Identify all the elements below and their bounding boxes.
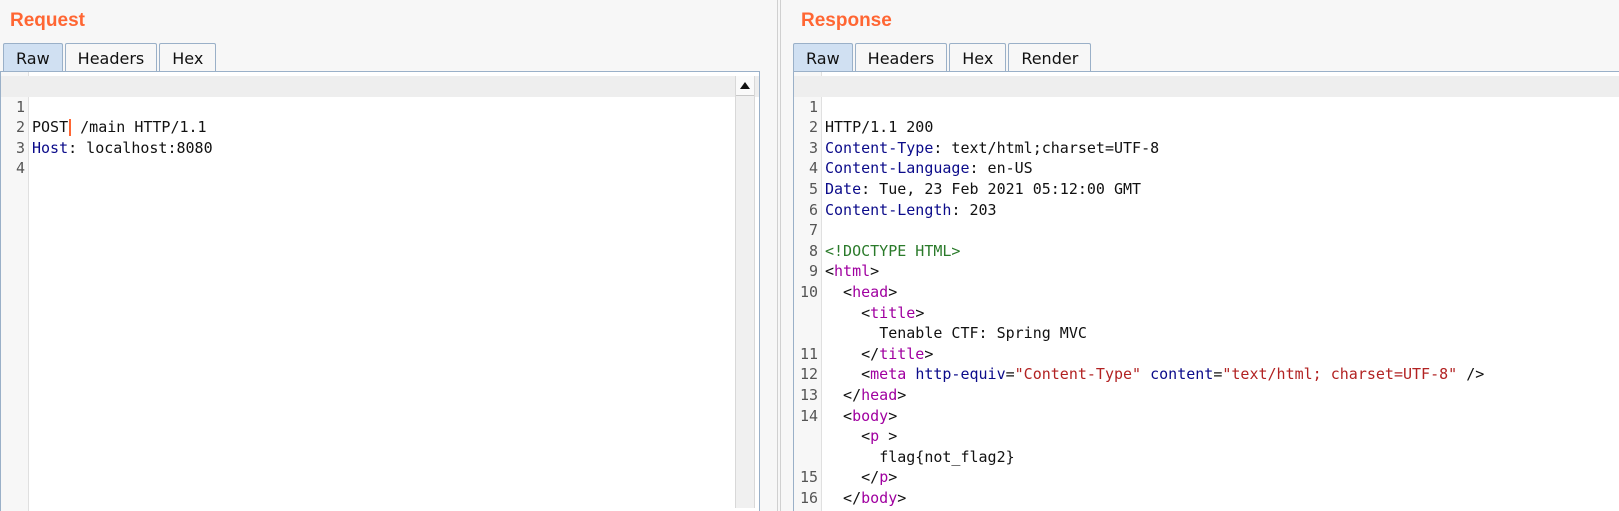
- response-title: Response: [801, 10, 892, 31]
- request-tab-raw[interactable]: Raw: [3, 43, 63, 72]
- request-line[interactable]: 1 POST /main HTTP/1.1: [1, 76, 759, 137]
- response-tab-headers[interactable]: Headers: [854, 43, 948, 72]
- response-tabs: Raw Headers Hex Render: [793, 43, 1093, 72]
- request-panel: Request Raw Headers Hex 1 POST /main HTT…: [0, 0, 777, 511]
- response-line[interactable]: </title>: [794, 303, 1619, 363]
- response-line[interactable]: 3 Content-Language: en-US: [794, 117, 1619, 178]
- response-tab-hex[interactable]: Hex: [949, 43, 1007, 72]
- request-line[interactable]: 4: [1, 138, 759, 177]
- response-line[interactable]: 2 Content-Type: text/html;charset=UTF-8: [794, 97, 1619, 157]
- request-editor[interactable]: 1 POST /main HTTP/1.1 2 Host: localhost:…: [0, 71, 760, 511]
- response-panel: Response Raw Headers Hex Render 1 HTTP/1…: [781, 0, 1619, 511]
- request-scrollbar[interactable]: [735, 76, 755, 508]
- response-line[interactable]: 10 <title>: [794, 261, 1619, 322]
- request-tabs: Raw Headers Hex: [3, 43, 218, 72]
- request-tab-hex[interactable]: Hex: [159, 43, 217, 72]
- request-tab-headers[interactable]: Headers: [64, 43, 158, 72]
- response-line[interactable]: 17: [794, 488, 1619, 511]
- response-line[interactable]: Tenable CTF: Spring MVC: [794, 282, 1619, 342]
- response-line[interactable]: 4 Date: Tue, 23 Feb 2021 05:12:00 GMT: [794, 138, 1619, 198]
- line-number: 4: [15, 159, 25, 178]
- response-line[interactable]: 1 HTTP/1.1 200: [794, 76, 1619, 136]
- response-line[interactable]: 7 <!DOCTYPE HTML>: [794, 200, 1619, 260]
- scroll-up-arrow-icon[interactable]: [736, 76, 754, 96]
- response-tab-render[interactable]: Render: [1008, 43, 1092, 72]
- response-line[interactable]: 6: [794, 179, 1619, 219]
- response-line[interactable]: 8 <html>: [794, 220, 1619, 281]
- response-line[interactable]: 12 </head>: [794, 344, 1619, 404]
- response-line[interactable]: 5 Content-Length: 203: [794, 158, 1619, 219]
- response-line[interactable]: </p>: [794, 426, 1619, 486]
- response-line[interactable]: 9 <head>: [794, 241, 1619, 301]
- request-title: Request: [10, 10, 85, 31]
- request-line[interactable]: 3: [1, 117, 759, 157]
- response-editor[interactable]: 1 HTTP/1.1 200 2 Content-Type: text/html…: [793, 71, 1619, 511]
- response-tab-raw[interactable]: Raw: [793, 43, 853, 72]
- response-line[interactable]: 14 <p >: [794, 385, 1619, 446]
- response-line[interactable]: 13 <body>: [794, 364, 1619, 425]
- response-line[interactable]: flag{not_flag2}: [794, 406, 1619, 466]
- response-line[interactable]: 15 </body>: [794, 447, 1619, 507]
- response-line[interactable]: 11 <meta http-equiv="Content-Type" conte…: [794, 323, 1619, 384]
- response-line[interactable]: 16 </html>: [794, 467, 1619, 511]
- request-line[interactable]: 2 Host: localhost:8080: [1, 97, 759, 157]
